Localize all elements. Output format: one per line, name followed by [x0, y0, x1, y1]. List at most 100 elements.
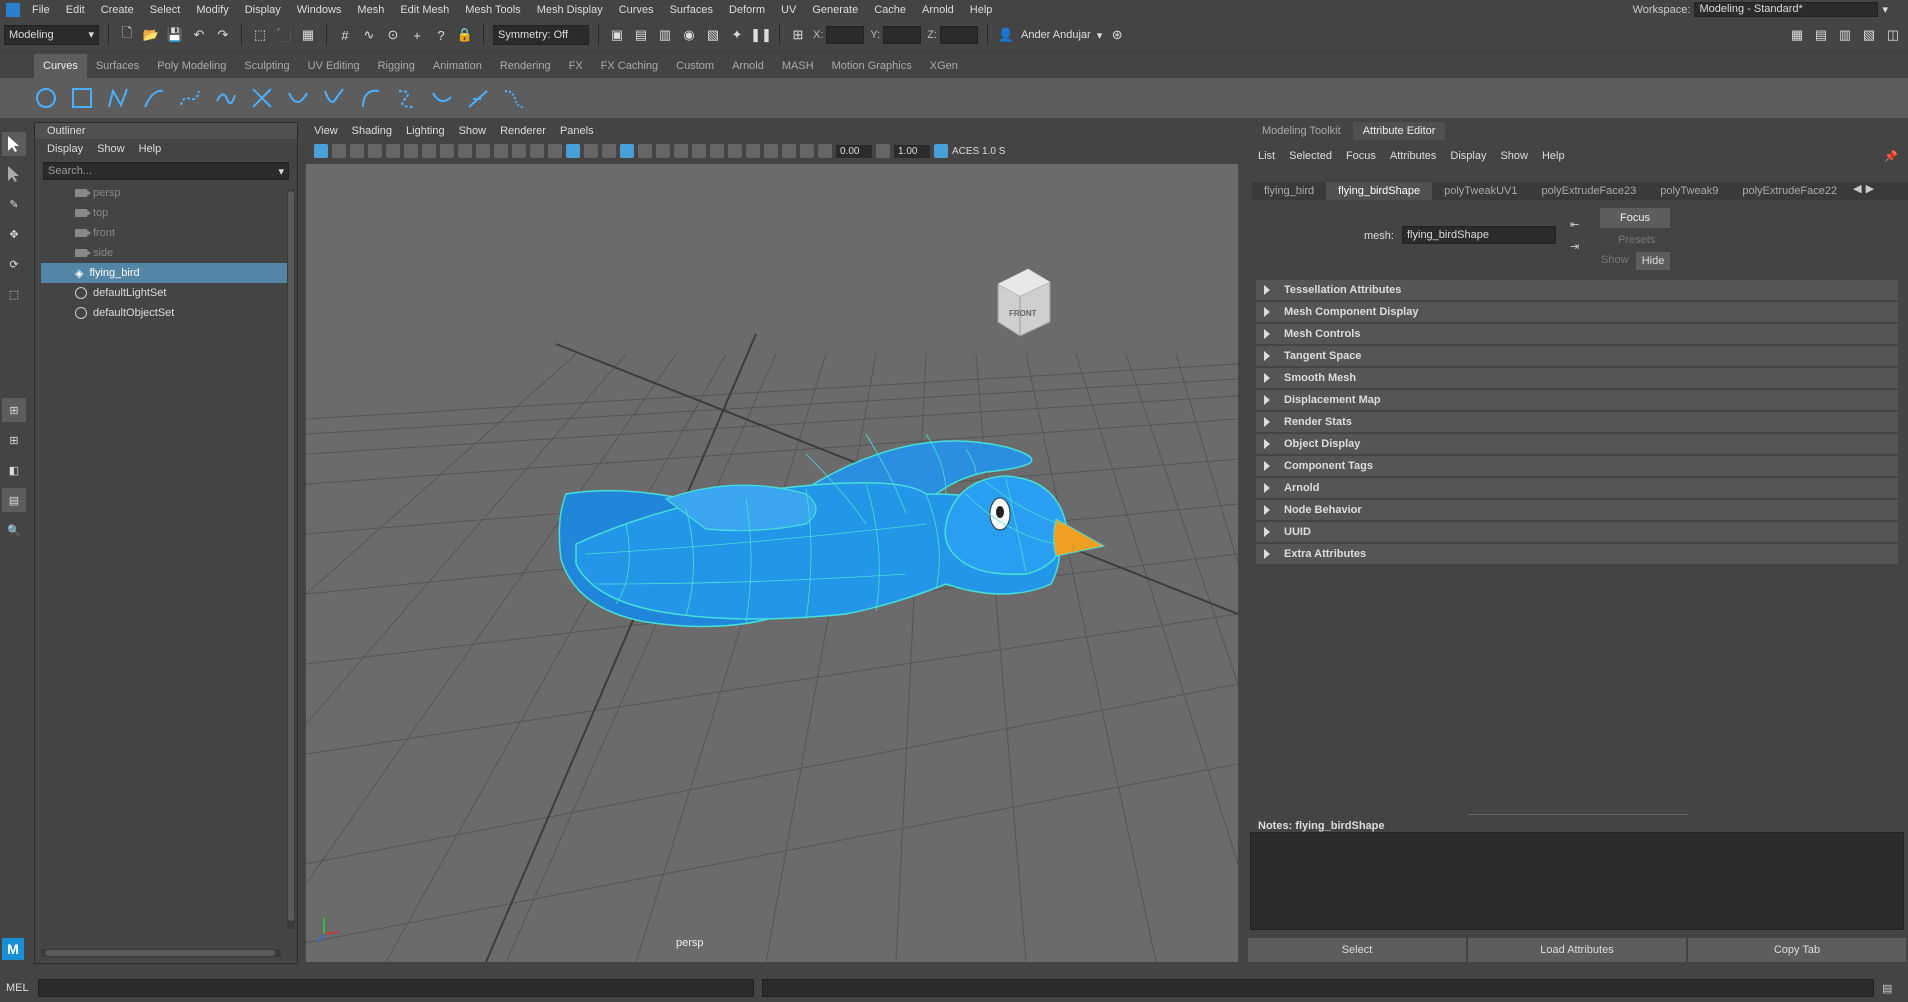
section-displacement-map[interactable]: Displacement Map: [1256, 390, 1898, 410]
scale-tool-icon[interactable]: ⬚: [2, 282, 26, 306]
outliner-horizontal-scrollbar[interactable]: [41, 949, 281, 957]
ae-menu-focus[interactable]: Focus: [1346, 150, 1376, 162]
outliner-item-front[interactable]: front: [35, 223, 297, 243]
shelf-tab-custom[interactable]: Custom: [667, 54, 723, 78]
shelf-tab-poly-modeling[interactable]: Poly Modeling: [148, 54, 235, 78]
arnold-render-icon[interactable]: ✦: [728, 26, 746, 44]
shelf-tab-motion-graphics[interactable]: Motion Graphics: [823, 54, 921, 78]
exposure-field[interactable]: 0.00: [836, 144, 872, 158]
outliner-layout-icon[interactable]: ▤: [2, 488, 26, 512]
menuset-dropdown[interactable]: Modeling ▾: [4, 25, 99, 45]
menu-deform[interactable]: Deform: [721, 4, 773, 16]
help-search-icon[interactable]: ⊛: [1108, 26, 1126, 44]
section-uuid[interactable]: UUID: [1256, 522, 1898, 542]
menu-arnold[interactable]: Arnold: [914, 4, 962, 16]
script-editor-icon[interactable]: ▤: [1882, 982, 1892, 995]
color-management-icon[interactable]: [934, 144, 948, 158]
bezier-curve-icon[interactable]: [178, 86, 202, 110]
ae-menu-help[interactable]: Help: [1542, 150, 1565, 162]
menu-modify[interactable]: Modify: [188, 4, 236, 16]
ambient-occlusion-icon[interactable]: [674, 144, 688, 158]
shadows-icon[interactable]: [656, 144, 670, 158]
outliner-title[interactable]: Outliner: [35, 123, 297, 139]
grease-pencil-icon[interactable]: [404, 144, 418, 158]
render-settings-icon[interactable]: ▥: [656, 26, 674, 44]
ipr-render-icon[interactable]: ▤: [632, 26, 650, 44]
tool-settings-toggle-icon[interactable]: ▥: [1836, 26, 1854, 44]
scrollbar-thumb[interactable]: [45, 950, 275, 956]
arc-tool-icon[interactable]: [250, 86, 274, 110]
cv-curve-icon[interactable]: [106, 86, 130, 110]
focus-input-icon[interactable]: ⇤: [1570, 218, 1579, 231]
menu-mesh-tools[interactable]: Mesh Tools: [457, 4, 528, 16]
safe-title-icon[interactable]: [530, 144, 544, 158]
notes-textarea[interactable]: [1250, 832, 1904, 930]
outliner-item-top[interactable]: top: [35, 203, 297, 223]
ae-menu-show[interactable]: Show: [1500, 150, 1528, 162]
focus-output-icon[interactable]: ⇥: [1570, 240, 1579, 253]
menu-select[interactable]: Select: [142, 4, 189, 16]
menu-surfaces[interactable]: Surfaces: [662, 4, 721, 16]
section-extra-attributes[interactable]: Extra Attributes: [1256, 544, 1898, 564]
film-gate-icon[interactable]: [440, 144, 454, 158]
menu-create[interactable]: Create: [93, 4, 142, 16]
camera-attributes-icon[interactable]: [332, 144, 346, 158]
channel-box-toggle-icon[interactable]: ▧: [1860, 26, 1878, 44]
node-tab-poly-extrude-face22[interactable]: polyExtrudeFace22: [1730, 182, 1849, 200]
shelf-tab-fx[interactable]: FX: [560, 54, 592, 78]
viewport-menu-shading[interactable]: Shading: [352, 125, 392, 137]
coord-x-field[interactable]: [826, 26, 865, 44]
nurbs-circle-icon[interactable]: [34, 86, 58, 110]
snap-plane-icon[interactable]: +: [408, 26, 426, 44]
single-perspective-layout-icon[interactable]: ⊞: [2, 398, 26, 422]
select-tool-icon[interactable]: [2, 132, 26, 156]
use-default-material-icon[interactable]: [584, 144, 598, 158]
attach-curves-icon[interactable]: [286, 86, 310, 110]
outliner-menu-display[interactable]: Display: [47, 143, 83, 155]
detach-curves-icon[interactable]: [322, 86, 346, 110]
layers-toggle-icon[interactable]: ◫: [1884, 26, 1902, 44]
snap-point-icon[interactable]: ⊙: [384, 26, 402, 44]
transform-mode-icon[interactable]: ⊞: [789, 26, 807, 44]
extend-curve-icon[interactable]: [394, 86, 418, 110]
hide-button[interactable]: Hide: [1636, 252, 1670, 270]
search-icon[interactable]: 🔍: [2, 518, 26, 542]
node-tab-poly-tweak-uv1[interactable]: polyTweakUV1: [1432, 182, 1529, 200]
section-render-stats[interactable]: Render Stats: [1256, 412, 1898, 432]
outliner-menu-show[interactable]: Show: [97, 143, 125, 155]
colorspace-label[interactable]: ACES 1.0 S: [952, 146, 1005, 157]
node-tab-flying-bird[interactable]: flying_bird: [1252, 182, 1326, 200]
outliner-item-flying-bird[interactable]: ◈ flying_bird: [41, 263, 287, 283]
ae-menu-attributes[interactable]: Attributes: [1390, 150, 1436, 162]
select-hierarchy-icon[interactable]: ⬚: [251, 26, 269, 44]
resolution-gate-icon[interactable]: [458, 144, 472, 158]
section-smooth-mesh[interactable]: Smooth Mesh: [1256, 368, 1898, 388]
section-tangent-space[interactable]: Tangent Space: [1256, 346, 1898, 366]
grid-icon[interactable]: [422, 144, 436, 158]
copy-tab-button[interactable]: Copy Tab: [1688, 938, 1906, 962]
xray-icon[interactable]: [764, 144, 778, 158]
render-view-icon[interactable]: ▧: [704, 26, 722, 44]
2d-pan-zoom-icon[interactable]: [386, 144, 400, 158]
menu-mesh-display[interactable]: Mesh Display: [529, 4, 611, 16]
viewport-menu-show[interactable]: Show: [459, 125, 487, 137]
shelf-tab-surfaces[interactable]: Surfaces: [87, 54, 148, 78]
node-tab-poly-tweak9[interactable]: polyTweak9: [1648, 182, 1730, 200]
ae-menu-display[interactable]: Display: [1450, 150, 1486, 162]
depth-of-field-icon[interactable]: [728, 144, 742, 158]
offset-curve-icon[interactable]: [430, 86, 454, 110]
chevron-down-icon[interactable]: ▾: [1097, 29, 1103, 42]
safe-action-icon[interactable]: [512, 144, 526, 158]
workspace-dropdown[interactable]: Modeling - Standard*: [1694, 2, 1879, 17]
bookmark-icon[interactable]: [350, 144, 364, 158]
shelf-tab-animation[interactable]: Animation: [424, 54, 491, 78]
multisample-antialiasing-icon[interactable]: [710, 144, 724, 158]
notes-splitter[interactable]: [1468, 814, 1688, 815]
symmetry-dropdown[interactable]: Symmetry: Off: [493, 25, 589, 45]
flying-bird-mesh[interactable]: [558, 433, 1106, 628]
section-object-display[interactable]: Object Display: [1256, 434, 1898, 454]
chevron-down-icon[interactable]: ▾: [278, 165, 284, 178]
gamma-icon[interactable]: [876, 144, 890, 158]
coord-y-field[interactable]: [883, 26, 922, 44]
persp-outliner-layout-icon[interactable]: ◧: [2, 458, 26, 482]
